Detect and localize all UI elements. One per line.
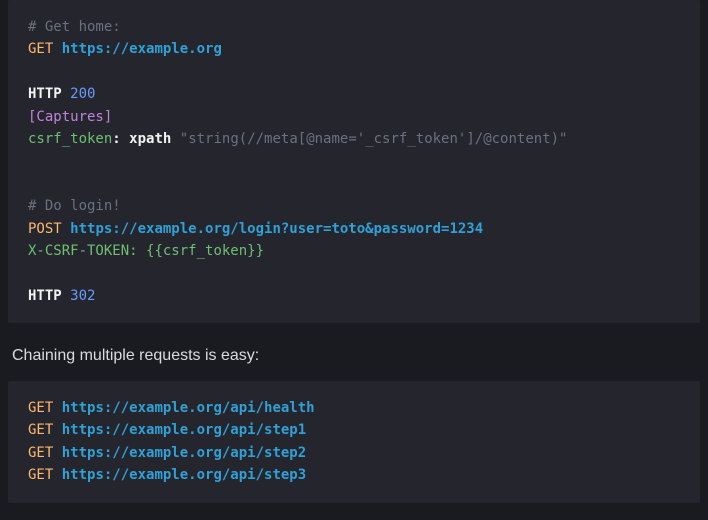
url: https://example.org/api/step1 bbox=[62, 422, 306, 438]
header-name: X-CSRF-TOKEN: bbox=[28, 243, 138, 259]
prose-text: Chaining multiple requests is easy: bbox=[0, 339, 708, 381]
colon: : bbox=[112, 131, 120, 147]
http-keyword: HTTP bbox=[28, 86, 62, 102]
comment: # Do login! bbox=[28, 198, 121, 214]
capture-name: csrf_token bbox=[28, 131, 112, 147]
url: https://example.org/login?user=toto&pass… bbox=[70, 221, 483, 237]
http-method: GET bbox=[28, 422, 53, 438]
capture-func: xpath bbox=[129, 131, 171, 147]
code-block-2: GET https://example.org/api/health GET h… bbox=[8, 381, 700, 503]
http-keyword: HTTP bbox=[28, 288, 62, 304]
capture-arg: "string(//meta[@name='_csrf_token']/@con… bbox=[180, 131, 568, 147]
url: https://example.org/api/step3 bbox=[62, 467, 306, 483]
status-code: 302 bbox=[70, 288, 95, 304]
url: https://example.org/api/health bbox=[62, 400, 315, 416]
comment: # Get home: bbox=[28, 19, 121, 35]
http-method: GET bbox=[28, 400, 53, 416]
header-value: {{csrf_token}} bbox=[146, 243, 264, 259]
http-method: POST bbox=[28, 221, 62, 237]
status-code: 200 bbox=[70, 86, 95, 102]
url: https://example.org/api/step2 bbox=[62, 445, 306, 461]
url: https://example.org bbox=[62, 41, 222, 57]
http-method: GET bbox=[28, 41, 53, 57]
http-method: GET bbox=[28, 467, 53, 483]
section-captures: [Captures] bbox=[28, 109, 112, 125]
code-block-1: # Get home: GET https://example.org HTTP… bbox=[8, 0, 700, 323]
http-method: GET bbox=[28, 445, 53, 461]
